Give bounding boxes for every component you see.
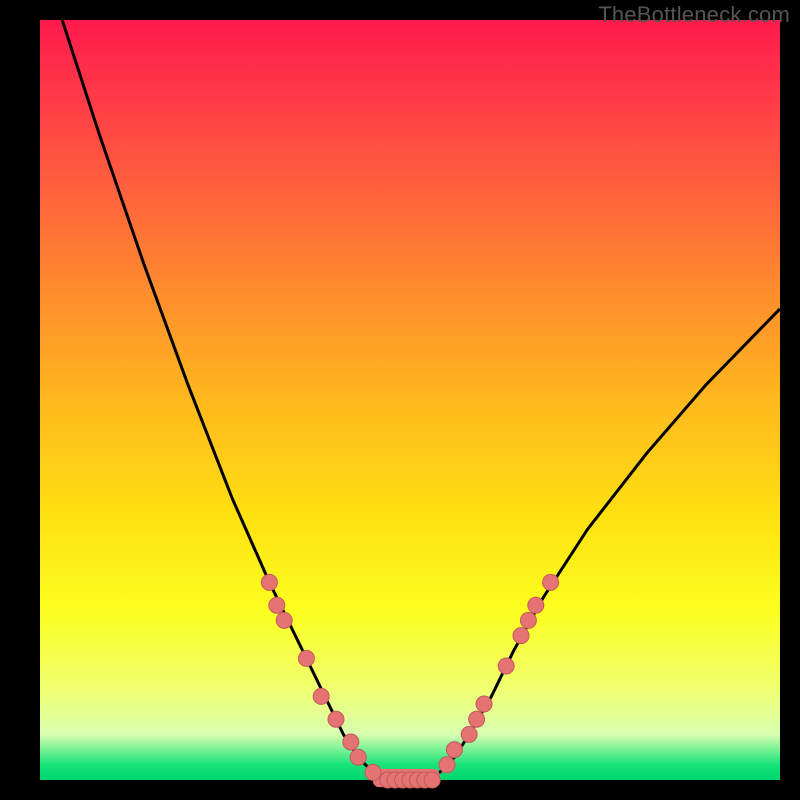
curve-marker [439,757,455,773]
chart-svg [40,20,780,780]
curve-marker [276,612,292,628]
curve-marker [446,742,462,758]
curve-marker [343,734,359,750]
curve-marker [350,749,366,765]
curve-marker [298,650,314,666]
curve-marker [269,597,285,613]
watermark-text: TheBottleneck.com [598,2,790,28]
curve-marker [261,574,277,590]
curve-marker [520,612,536,628]
curve-marker [365,764,381,780]
curve-marker [424,772,440,788]
curve-marker [469,711,485,727]
curve-path [62,20,780,780]
plot-area [40,20,780,780]
curve-marker [528,597,544,613]
curve-marker [543,574,559,590]
curve-marker [313,688,329,704]
curve-marker [513,628,529,644]
curve-markers [261,574,558,788]
curve-marker [461,726,477,742]
bottleneck-curve [62,20,780,780]
chart-frame: TheBottleneck.com [0,0,800,800]
curve-marker [328,711,344,727]
curve-marker [476,696,492,712]
curve-marker [498,658,514,674]
